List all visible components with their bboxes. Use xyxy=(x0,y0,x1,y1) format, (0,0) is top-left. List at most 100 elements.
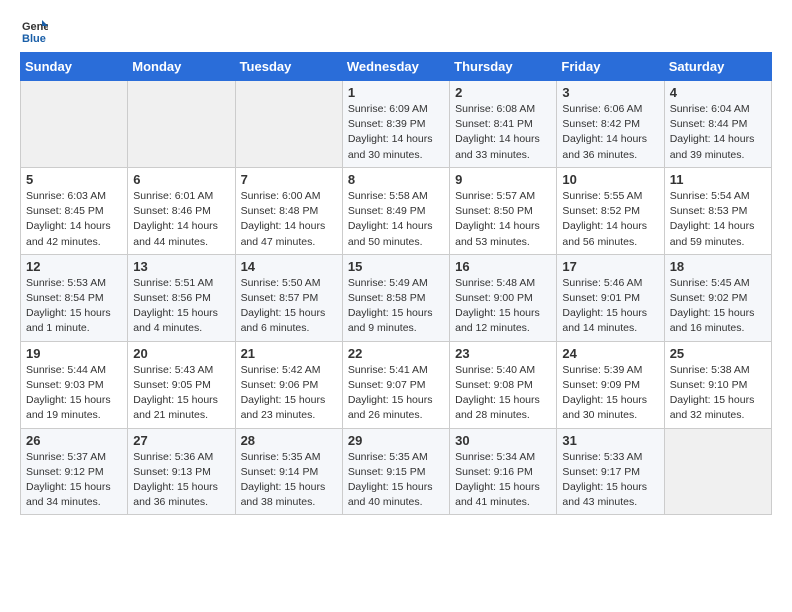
day-info: Sunrise: 5:57 AM Sunset: 8:50 PM Dayligh… xyxy=(455,189,551,250)
day-info: Sunrise: 5:46 AM Sunset: 9:01 PM Dayligh… xyxy=(562,276,658,337)
day-number: 27 xyxy=(133,433,229,448)
day-info: Sunrise: 5:41 AM Sunset: 9:07 PM Dayligh… xyxy=(348,363,444,424)
day-number: 31 xyxy=(562,433,658,448)
calendar-cell: 16 Sunrise: 5:48 AM Sunset: 9:00 PM Dayli… xyxy=(450,254,557,341)
calendar-cell: 17Sunrise: 5:46 AM Sunset: 9:01 PM Dayli… xyxy=(557,254,664,341)
day-info: Sunrise: 5:50 AM Sunset: 8:57 PM Dayligh… xyxy=(241,276,337,337)
day-info: Sunrise: 5:33 AM Sunset: 9:17 PM Dayligh… xyxy=(562,450,658,511)
day-number: 21 xyxy=(241,346,337,361)
day-number: 8 xyxy=(348,172,444,187)
calendar-cell: 26Sunrise: 5:37 AM Sunset: 9:12 PM Dayli… xyxy=(21,428,128,515)
col-header-thursday: Thursday xyxy=(450,53,557,81)
calendar-cell: 28 Sunrise: 5:35 AM Sunset: 9:14 PM Dayli… xyxy=(235,428,342,515)
col-header-sunday: Sunday xyxy=(21,53,128,81)
day-number: 12 xyxy=(26,259,122,274)
day-info: Sunrise: 5:34 AM Sunset: 9:16 PM Dayligh… xyxy=(455,450,551,511)
day-info: Sunrise: 6:03 AM Sunset: 8:45 PM Dayligh… xyxy=(26,189,122,250)
calendar-cell: 3Sunrise: 6:06 AM Sunset: 8:42 PM Daylig… xyxy=(557,81,664,168)
calendar-cell: 11Sunrise: 5:54 AM Sunset: 8:53 PM Dayli… xyxy=(664,167,771,254)
calendar-cell: 30 Sunrise: 5:34 AM Sunset: 9:16 PM Dayli… xyxy=(450,428,557,515)
calendar-cell: 1 Sunrise: 6:09 AM Sunset: 8:39 PM Daylig… xyxy=(342,81,449,168)
calendar-cell: 31 Sunrise: 5:33 AM Sunset: 9:17 PM Dayli… xyxy=(557,428,664,515)
day-info: Sunrise: 5:43 AM Sunset: 9:05 PM Dayligh… xyxy=(133,363,229,424)
day-number: 23 xyxy=(455,346,551,361)
calendar-cell: 5Sunrise: 6:03 AM Sunset: 8:45 PM Daylig… xyxy=(21,167,128,254)
day-number: 28 xyxy=(241,433,337,448)
calendar-cell: 15 Sunrise: 5:49 AM Sunset: 8:58 PM Dayli… xyxy=(342,254,449,341)
day-info: Sunrise: 5:49 AM Sunset: 8:58 PM Dayligh… xyxy=(348,276,444,337)
day-number: 13 xyxy=(133,259,229,274)
day-info: Sunrise: 5:35 AM Sunset: 9:15 PM Dayligh… xyxy=(348,450,444,511)
day-number: 10 xyxy=(562,172,658,187)
calendar-cell: 2 Sunrise: 6:08 AM Sunset: 8:41 PM Daylig… xyxy=(450,81,557,168)
week-row: 12 Sunrise: 5:53 AM Sunset: 8:54 PM Dayli… xyxy=(21,254,772,341)
day-info: Sunrise: 5:44 AM Sunset: 9:03 PM Dayligh… xyxy=(26,363,122,424)
calendar-table: SundayMondayTuesdayWednesdayThursdayFrid… xyxy=(20,52,772,515)
day-info: Sunrise: 5:36 AM Sunset: 9:13 PM Dayligh… xyxy=(133,450,229,511)
day-info: Sunrise: 5:39 AM Sunset: 9:09 PM Dayligh… xyxy=(562,363,658,424)
day-info: Sunrise: 6:08 AM Sunset: 8:41 PM Dayligh… xyxy=(455,102,551,163)
day-number: 11 xyxy=(670,172,766,187)
day-number: 2 xyxy=(455,85,551,100)
day-info: Sunrise: 5:51 AM Sunset: 8:56 PM Dayligh… xyxy=(133,276,229,337)
calendar-cell xyxy=(235,81,342,168)
calendar-cell: 4Sunrise: 6:04 AM Sunset: 8:44 PM Daylig… xyxy=(664,81,771,168)
day-info: Sunrise: 5:55 AM Sunset: 8:52 PM Dayligh… xyxy=(562,189,658,250)
day-number: 29 xyxy=(348,433,444,448)
calendar-cell xyxy=(128,81,235,168)
calendar-cell: 19 Sunrise: 5:44 AM Sunset: 9:03 PM Dayli… xyxy=(21,341,128,428)
svg-text:Blue: Blue xyxy=(22,33,46,44)
day-info: Sunrise: 5:53 AM Sunset: 8:54 PM Dayligh… xyxy=(26,276,122,337)
day-number: 25 xyxy=(670,346,766,361)
day-info: Sunrise: 6:09 AM Sunset: 8:39 PM Dayligh… xyxy=(348,102,444,163)
day-info: Sunrise: 6:04 AM Sunset: 8:44 PM Dayligh… xyxy=(670,102,766,163)
col-header-monday: Monday xyxy=(128,53,235,81)
header: General Blue xyxy=(20,16,772,44)
day-number: 16 xyxy=(455,259,551,274)
day-info: Sunrise: 6:06 AM Sunset: 8:42 PM Dayligh… xyxy=(562,102,658,163)
calendar-cell: 9 Sunrise: 5:57 AM Sunset: 8:50 PM Daylig… xyxy=(450,167,557,254)
day-header-row: SundayMondayTuesdayWednesdayThursdayFrid… xyxy=(21,53,772,81)
calendar-cell: 14 Sunrise: 5:50 AM Sunset: 8:57 PM Dayli… xyxy=(235,254,342,341)
col-header-saturday: Saturday xyxy=(664,53,771,81)
week-row: 1 Sunrise: 6:09 AM Sunset: 8:39 PM Daylig… xyxy=(21,81,772,168)
day-info: Sunrise: 5:45 AM Sunset: 9:02 PM Dayligh… xyxy=(670,276,766,337)
day-info: Sunrise: 5:42 AM Sunset: 9:06 PM Dayligh… xyxy=(241,363,337,424)
week-row: 26Sunrise: 5:37 AM Sunset: 9:12 PM Dayli… xyxy=(21,428,772,515)
day-info: Sunrise: 5:40 AM Sunset: 9:08 PM Dayligh… xyxy=(455,363,551,424)
calendar-cell: 22Sunrise: 5:41 AM Sunset: 9:07 PM Dayli… xyxy=(342,341,449,428)
week-row: 5Sunrise: 6:03 AM Sunset: 8:45 PM Daylig… xyxy=(21,167,772,254)
day-number: 14 xyxy=(241,259,337,274)
calendar-cell: 24Sunrise: 5:39 AM Sunset: 9:09 PM Dayli… xyxy=(557,341,664,428)
day-number: 15 xyxy=(348,259,444,274)
day-info: Sunrise: 6:00 AM Sunset: 8:48 PM Dayligh… xyxy=(241,189,337,250)
day-number: 20 xyxy=(133,346,229,361)
calendar-cell: 20 Sunrise: 5:43 AM Sunset: 9:05 PM Dayli… xyxy=(128,341,235,428)
col-header-friday: Friday xyxy=(557,53,664,81)
week-row: 19 Sunrise: 5:44 AM Sunset: 9:03 PM Dayli… xyxy=(21,341,772,428)
calendar-cell: 12 Sunrise: 5:53 AM Sunset: 8:54 PM Dayli… xyxy=(21,254,128,341)
day-number: 18 xyxy=(670,259,766,274)
day-info: Sunrise: 5:38 AM Sunset: 9:10 PM Dayligh… xyxy=(670,363,766,424)
calendar-cell xyxy=(664,428,771,515)
calendar-cell: 27 Sunrise: 5:36 AM Sunset: 9:13 PM Dayli… xyxy=(128,428,235,515)
day-info: Sunrise: 5:37 AM Sunset: 9:12 PM Dayligh… xyxy=(26,450,122,511)
calendar-cell: 6 Sunrise: 6:01 AM Sunset: 8:46 PM Daylig… xyxy=(128,167,235,254)
day-info: Sunrise: 6:01 AM Sunset: 8:46 PM Dayligh… xyxy=(133,189,229,250)
day-number: 19 xyxy=(26,346,122,361)
day-info: Sunrise: 5:58 AM Sunset: 8:49 PM Dayligh… xyxy=(348,189,444,250)
calendar-cell: 18 Sunrise: 5:45 AM Sunset: 9:02 PM Dayli… xyxy=(664,254,771,341)
day-info: Sunrise: 5:48 AM Sunset: 9:00 PM Dayligh… xyxy=(455,276,551,337)
calendar-cell: 25 Sunrise: 5:38 AM Sunset: 9:10 PM Dayli… xyxy=(664,341,771,428)
day-info: Sunrise: 5:35 AM Sunset: 9:14 PM Dayligh… xyxy=(241,450,337,511)
day-number: 1 xyxy=(348,85,444,100)
logo: General Blue xyxy=(20,16,52,44)
calendar-cell: 23 Sunrise: 5:40 AM Sunset: 9:08 PM Dayli… xyxy=(450,341,557,428)
day-number: 30 xyxy=(455,433,551,448)
day-number: 6 xyxy=(133,172,229,187)
calendar-cell: 7Sunrise: 6:00 AM Sunset: 8:48 PM Daylig… xyxy=(235,167,342,254)
calendar-cell: 8 Sunrise: 5:58 AM Sunset: 8:49 PM Daylig… xyxy=(342,167,449,254)
logo-icon: General Blue xyxy=(20,16,48,44)
day-number: 9 xyxy=(455,172,551,187)
calendar-cell xyxy=(21,81,128,168)
